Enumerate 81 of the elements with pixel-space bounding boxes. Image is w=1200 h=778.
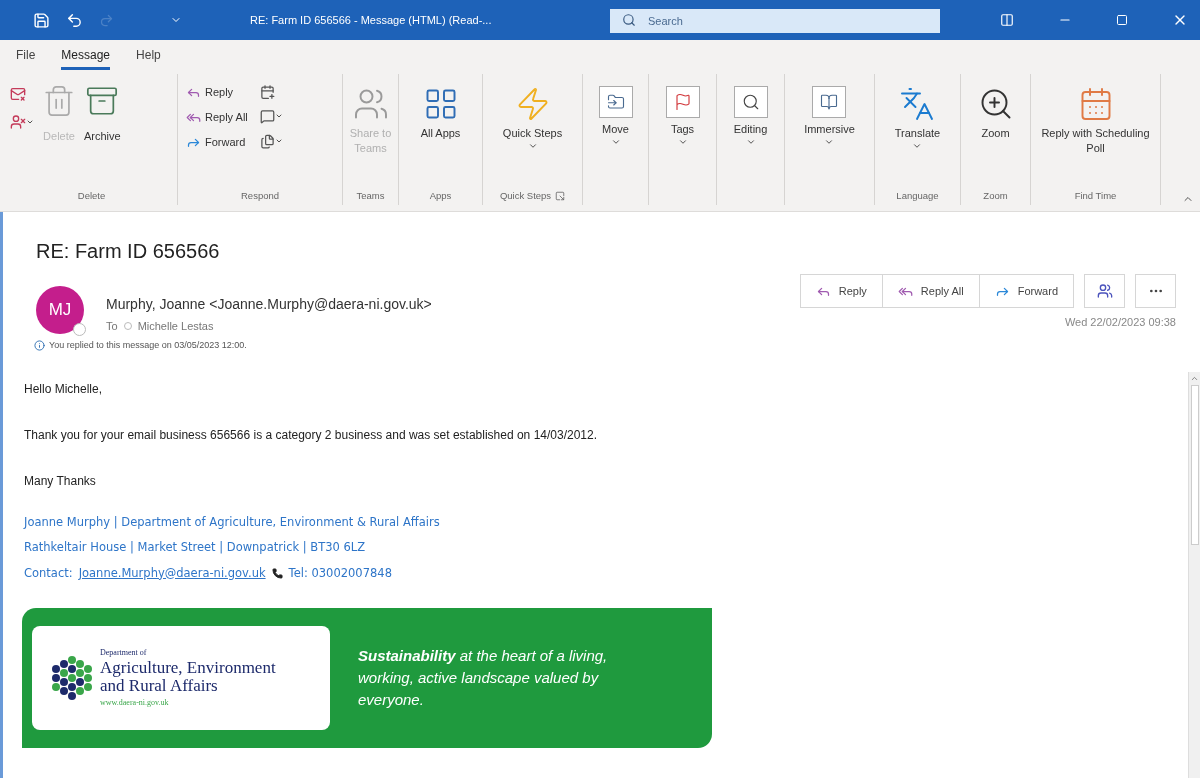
block-sender-icon[interactable] (10, 114, 26, 130)
message-subject: RE: Farm ID 656566 (36, 239, 221, 264)
ribbon-tab[interactable]: Help (136, 46, 161, 70)
caret-icon (912, 141, 923, 151)
ribbon-button[interactable]: Quick Steps (498, 82, 567, 151)
calendar-icon[interactable] (259, 83, 275, 101)
ribbon-button[interactable]: Reply with Scheduling Poll (1031, 82, 1160, 156)
group-label: Teams (356, 188, 385, 203)
ribbon-tab[interactable]: Message (61, 46, 111, 70)
search-icon (733, 86, 768, 118)
caret-icon (26, 118, 34, 126)
ribbon-display-icon[interactable] (1000, 13, 1014, 27)
banner-slogan: Sustainability at the heart of a living, working, active landscape valued by everyone. (358, 645, 609, 710)
search-icon (622, 13, 636, 27)
logo-title: and Rural Affairs (100, 676, 219, 695)
ribbon-button[interactable]: Tags (661, 82, 704, 147)
signature-line: Rathkeltair House | Market Street | Downpatrick | BT30 6LZ (24, 539, 367, 557)
logo-url: www.daera-ni.gov.uk (100, 696, 170, 709)
recipient-name: Michelle Lestas (137, 319, 214, 334)
search-field[interactable]: Search (610, 9, 940, 33)
translate-icon (899, 86, 936, 122)
people-icon (1096, 283, 1113, 299)
group-label: Quick Steps (499, 188, 552, 203)
teams-button[interactable] (1084, 274, 1125, 308)
body-paragraph: Many Thanks (24, 473, 97, 490)
window-title: RE: Farm ID 656566 - Message (HTML) (Read-... (250, 12, 493, 28)
pages-icon[interactable] (259, 133, 275, 149)
caret-icon (824, 137, 835, 147)
save-icon[interactable] (33, 11, 50, 29)
caret-icon (677, 137, 688, 147)
scrollbar[interactable] (1188, 372, 1200, 778)
caret-icon (274, 137, 283, 145)
contact-label: Contact: (24, 564, 73, 582)
maximize-icon[interactable] (1116, 14, 1128, 26)
ribbon-button[interactable]: Immersive (800, 82, 859, 147)
caret-icon (527, 141, 538, 151)
message-action-button[interactable]: Reply All (881, 275, 979, 307)
logo-title: Agriculture, Environment (100, 658, 276, 677)
flag-icon (665, 86, 700, 118)
ribbon-button[interactable]: Archive (84, 82, 121, 145)
to-label: To (106, 319, 118, 334)
message-action-button[interactable]: Reply (800, 275, 882, 307)
book-icon (812, 86, 847, 118)
sender-name: Murphy, Joanne <Joanne.Murphy@daera-ni.gov.uk> (106, 295, 432, 314)
ribbon-button[interactable]: Zoom (973, 82, 1018, 141)
group-label: Language (896, 188, 939, 203)
avatar: MJ (36, 286, 84, 334)
info-icon (34, 339, 45, 351)
phone-icon (271, 567, 283, 579)
caret-icon (745, 137, 756, 147)
email-link[interactable]: Joanne.Murphy@daera-ni.gov.uk (78, 564, 266, 582)
ribbon-button[interactable]: Move (594, 82, 637, 147)
dialog-launcher-icon[interactable] (555, 191, 566, 201)
ribbon-button[interactable]: All Apps (416, 82, 465, 141)
signature-line: Joanne Murphy | Department of Agriculture, Environment & Rural Affairs (24, 514, 441, 531)
undo-icon[interactable] (66, 11, 83, 29)
message-date: Wed 22/02/2023 09:38 (1064, 315, 1176, 330)
group-label: Respond (241, 188, 279, 203)
group-label: Zoom (983, 188, 1008, 203)
presence-icon (73, 323, 86, 336)
info-text: You replied to this message on 03/05/2023 12:00. (49, 338, 247, 352)
ribbon-button[interactable]: Translate (890, 82, 945, 151)
ribbon-button[interactable]: Reply All (186, 107, 248, 127)
body-paragraph: Hello Michelle, (24, 381, 104, 398)
caret-icon (274, 112, 283, 120)
ribbon-button[interactable]: Forward (186, 132, 248, 152)
logo-icon (50, 654, 92, 701)
scroll-up-icon[interactable] (1190, 374, 1199, 383)
chat-icon[interactable] (259, 108, 275, 124)
ribbon-button[interactable]: Editing (729, 82, 772, 147)
caret-icon (610, 137, 621, 147)
body-paragraph: Thank you for your email business 656566 is a category 2 business and was set established on 14/03/2012. (24, 427, 599, 444)
message-action-button[interactable]: Forward (978, 275, 1073, 307)
ignore-icon[interactable] (10, 86, 26, 102)
logo-subtitle: Department of (100, 646, 148, 659)
phone-number: Tel: 03002007848 (288, 564, 392, 582)
group-label: Delete (77, 188, 106, 203)
ribbon-tab[interactable]: File (16, 46, 36, 70)
ribbon-button[interactable]: Reply (186, 82, 248, 102)
group-label: Apps (429, 188, 452, 203)
group-label: Find Time (1074, 188, 1117, 203)
